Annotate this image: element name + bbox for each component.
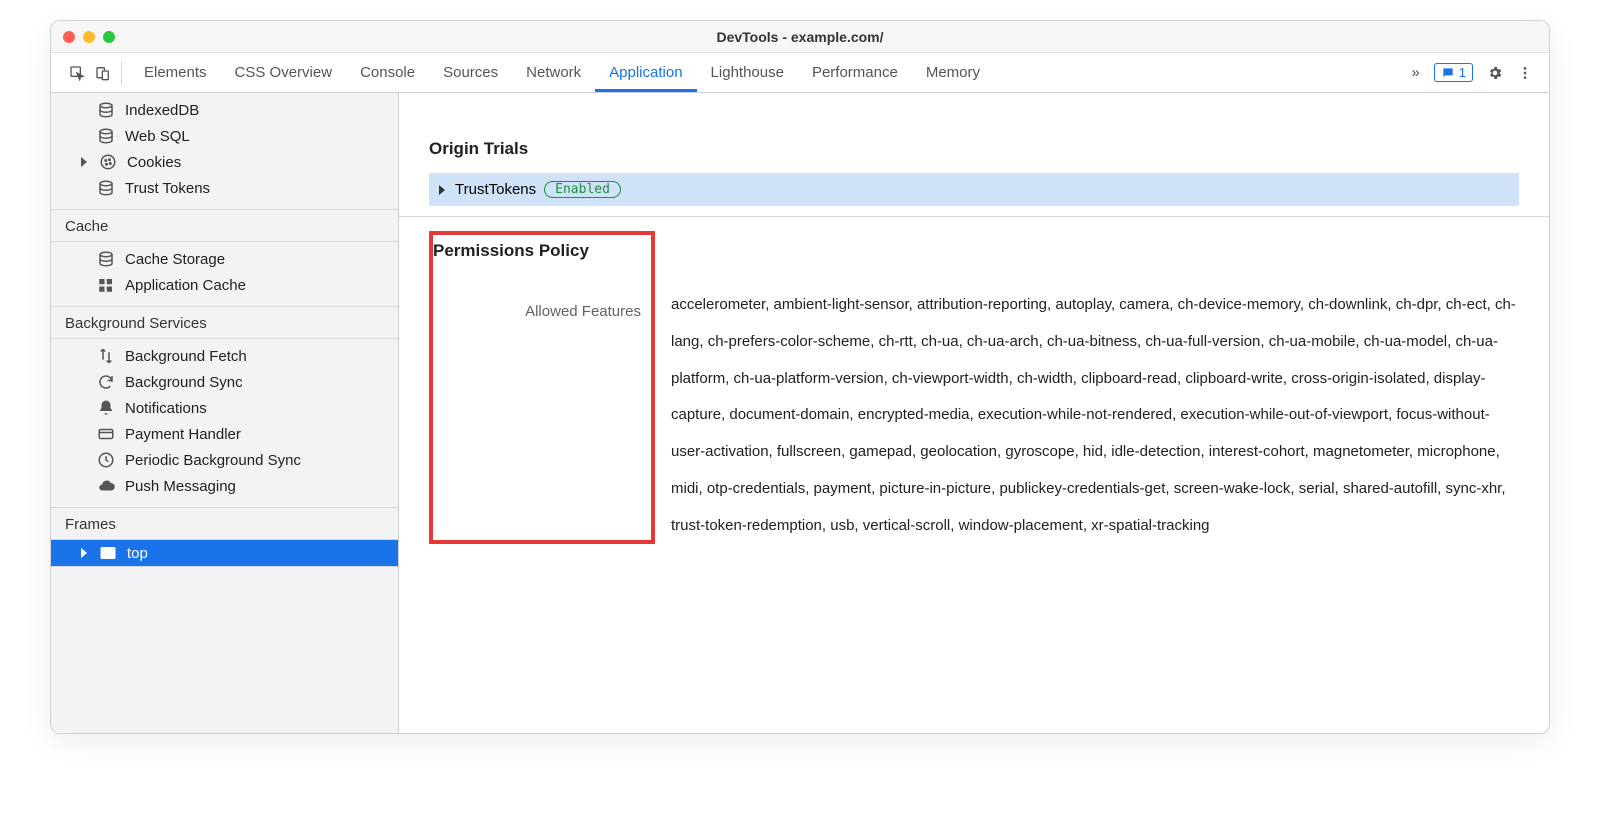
sidebar-item-notifications[interactable]: Notifications	[51, 395, 398, 421]
more-tabs-icon[interactable]: »	[1411, 64, 1419, 81]
sidebar-item-label: Notifications	[125, 400, 207, 417]
sidebar-item-periodic-background-sync[interactable]: Periodic Background Sync	[51, 447, 398, 473]
sidebar-item-label: Periodic Background Sync	[125, 452, 301, 469]
device-toggle-icon[interactable]	[95, 65, 111, 81]
sidebar-item-label: Background Sync	[125, 374, 243, 391]
allowed-features-label: Allowed Features	[433, 303, 641, 320]
sidebar-item-payment-handler[interactable]: Payment Handler	[51, 421, 398, 447]
devtools-window: DevTools - example.com/ ElementsCSS Over…	[50, 20, 1550, 734]
inspect-icon[interactable]	[69, 65, 85, 81]
permissions-policy-highlight: Permissions Policy Allowed Features	[429, 231, 655, 544]
cookies-icon	[99, 153, 117, 171]
issues-badge[interactable]: 1	[1434, 63, 1473, 82]
origin-trial-status-badge: Enabled	[544, 181, 621, 198]
sidebar-item-background-sync[interactable]: Background Sync	[51, 369, 398, 395]
sidebar-item-label: Background Fetch	[125, 348, 247, 365]
updown-icon	[97, 347, 115, 365]
sidebar-section-background-services: Background Services	[51, 307, 398, 339]
chevron-right-icon	[81, 157, 87, 167]
tab-elements[interactable]: Elements	[130, 53, 221, 92]
sidebar-item-background-fetch[interactable]: Background Fetch	[51, 343, 398, 369]
frame-icon	[99, 544, 117, 562]
devtools-tabs: ElementsCSS OverviewConsoleSourcesNetwor…	[130, 53, 994, 92]
tab-performance[interactable]: Performance	[798, 53, 912, 92]
allowed-features-list: accelerometer, ambient-light-sensor, att…	[671, 231, 1519, 544]
window-titlebar: DevTools - example.com/	[51, 21, 1549, 53]
issues-count: 1	[1459, 65, 1466, 80]
tab-css-overview[interactable]: CSS Overview	[221, 53, 347, 92]
sidebar-item-cache-storage[interactable]: Cache Storage	[51, 246, 398, 272]
sidebar-item-trust-tokens[interactable]: Trust Tokens	[51, 175, 398, 201]
devtools-toolbar: ElementsCSS OverviewConsoleSourcesNetwor…	[51, 53, 1549, 93]
sidebar-item-label: Cookies	[127, 154, 181, 171]
origin-trials-title: Origin Trials	[429, 139, 1519, 159]
chevron-right-icon	[439, 185, 445, 195]
origin-trials-section: Origin Trials TrustTokens Enabled	[399, 121, 1549, 217]
bell-icon	[97, 399, 115, 417]
sidebar-item-label: Cache Storage	[125, 251, 225, 268]
sidebar-item-label: Web SQL	[125, 128, 190, 145]
sidebar-item-indexeddb[interactable]: IndexedDB	[51, 97, 398, 123]
db-icon	[97, 179, 115, 197]
sync-icon	[97, 373, 115, 391]
frame-top[interactable]: top	[51, 540, 398, 566]
origin-trial-name: TrustTokens	[455, 181, 536, 198]
sidebar-item-web-sql[interactable]: Web SQL	[51, 123, 398, 149]
sidebar-item-label: Application Cache	[125, 277, 246, 294]
tab-console[interactable]: Console	[346, 53, 429, 92]
application-sidebar: IndexedDB Web SQL Cookies Trust Tokens Cach…	[51, 93, 399, 733]
clock-icon	[97, 451, 115, 469]
main-content: Origin Trials TrustTokens Enabled Permis…	[399, 93, 1549, 733]
settings-gear-icon[interactable]	[1487, 65, 1503, 81]
sidebar-item-cookies[interactable]: Cookies	[51, 149, 398, 175]
db-icon	[97, 127, 115, 145]
cloud-icon	[97, 477, 115, 495]
sidebar-item-label: top	[127, 545, 148, 562]
chevron-right-icon	[81, 548, 87, 558]
tab-memory[interactable]: Memory	[912, 53, 994, 92]
tab-lighthouse[interactable]: Lighthouse	[697, 53, 798, 92]
kebab-menu-icon[interactable]	[1517, 65, 1533, 81]
sidebar-item-label: Push Messaging	[125, 478, 236, 495]
sidebar-section-cache: Cache	[51, 210, 398, 242]
tab-sources[interactable]: Sources	[429, 53, 512, 92]
sidebar-item-label: Trust Tokens	[125, 180, 210, 197]
grid-icon	[97, 276, 115, 294]
permissions-policy-section: Permissions Policy Allowed Features acce…	[399, 217, 1549, 574]
db-icon	[97, 101, 115, 119]
origin-trial-row[interactable]: TrustTokens Enabled	[429, 173, 1519, 206]
window-title: DevTools - example.com/	[51, 29, 1549, 45]
sidebar-item-push-messaging[interactable]: Push Messaging	[51, 473, 398, 499]
tab-application[interactable]: Application	[595, 53, 696, 92]
tab-network[interactable]: Network	[512, 53, 595, 92]
sidebar-item-label: IndexedDB	[125, 102, 199, 119]
card-icon	[97, 425, 115, 443]
sidebar-section-frames: Frames	[51, 508, 398, 540]
sidebar-item-application-cache[interactable]: Application Cache	[51, 272, 398, 298]
db-icon	[97, 250, 115, 268]
permissions-policy-title: Permissions Policy	[433, 241, 641, 261]
sidebar-item-label: Payment Handler	[125, 426, 241, 443]
